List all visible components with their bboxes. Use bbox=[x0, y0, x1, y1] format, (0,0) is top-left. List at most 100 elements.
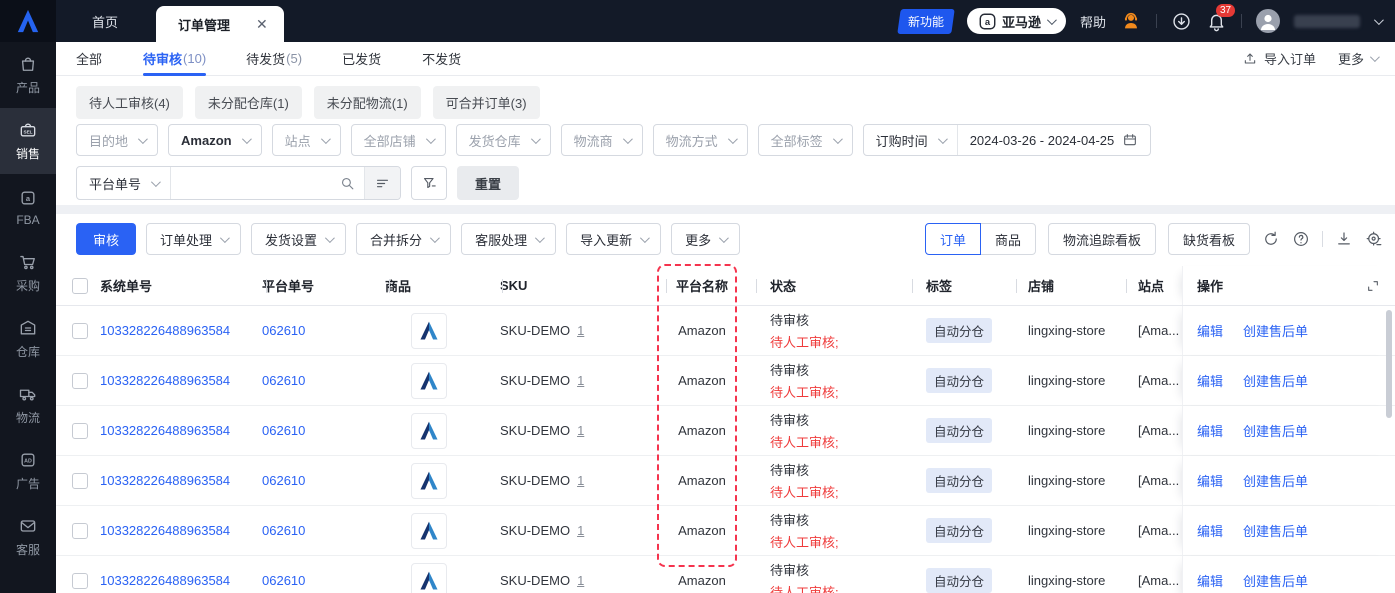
filter-carrier[interactable]: 物流商 bbox=[560, 124, 643, 156]
sidebar-item-purchasing[interactable]: 采购 bbox=[0, 240, 56, 306]
system-order-link[interactable]: 103328226488963584 bbox=[100, 573, 230, 588]
tab-order-management[interactable]: 订单管理 ✕ bbox=[156, 6, 284, 42]
question-icon[interactable] bbox=[1292, 230, 1310, 248]
row-checkbox[interactable] bbox=[72, 322, 88, 339]
edit-link[interactable]: 编辑 bbox=[1197, 571, 1223, 590]
row-checkbox[interactable] bbox=[72, 572, 88, 589]
product-image[interactable] bbox=[411, 412, 447, 449]
select-all-checkbox[interactable] bbox=[72, 277, 88, 294]
col-tag[interactable]: 标签 bbox=[902, 266, 1006, 305]
filter-store[interactable]: 全部店铺 bbox=[350, 124, 446, 156]
reset-button[interactable]: 重置 bbox=[457, 166, 520, 200]
merge-split-dropdown[interactable]: 合并拆分 bbox=[356, 223, 452, 255]
import-update-dropdown[interactable]: 导入更新 bbox=[566, 223, 662, 255]
sidebar-item-customer-service[interactable]: 客服 bbox=[0, 504, 56, 570]
search-field-select[interactable]: 平台单号 bbox=[77, 167, 172, 199]
notifications-bell-icon[interactable]: 37 bbox=[1206, 3, 1236, 32]
download-circle-icon[interactable] bbox=[1171, 11, 1192, 32]
status-tab-to-ship[interactable]: 待发货 (5) bbox=[246, 42, 302, 76]
filter-destination[interactable]: 目的地 bbox=[76, 124, 159, 156]
view-toggle-orders[interactable]: 订单 bbox=[924, 223, 981, 255]
audit-button[interactable]: 审核 bbox=[76, 223, 137, 255]
view-toggle-products[interactable]: 商品 bbox=[979, 223, 1036, 255]
time-field-select[interactable]: 订购时间 bbox=[864, 125, 958, 155]
status-tab-all[interactable]: 全部 bbox=[76, 42, 103, 76]
sku-count-link[interactable]: 1 bbox=[577, 423, 584, 438]
col-store[interactable]: 店铺 bbox=[1006, 266, 1120, 305]
col-system-order-no[interactable]: 系统单号 bbox=[96, 266, 258, 305]
edit-link[interactable]: 编辑 bbox=[1197, 521, 1223, 540]
sku-count-link[interactable]: 1 bbox=[577, 373, 584, 388]
chip-pending-manual-audit[interactable]: 待人工审核(4) bbox=[76, 86, 183, 119]
edit-link[interactable]: 编辑 bbox=[1197, 421, 1223, 440]
col-product[interactable]: 商品 bbox=[381, 266, 494, 305]
row-checkbox[interactable] bbox=[72, 422, 88, 439]
col-status[interactable]: 状态 bbox=[742, 266, 902, 305]
row-checkbox[interactable] bbox=[72, 522, 88, 539]
status-tab-no-ship[interactable]: 不发货 bbox=[422, 42, 462, 76]
system-order-link[interactable]: 103328226488963584 bbox=[100, 323, 230, 338]
col-sku[interactable]: SKU bbox=[494, 266, 662, 305]
vertical-scrollbar[interactable] bbox=[1386, 310, 1392, 418]
logistics-tracking-board-button[interactable]: 物流追踪看板 bbox=[1047, 223, 1156, 255]
system-order-link[interactable]: 103328226488963584 bbox=[100, 473, 230, 488]
chip-unassigned-logistics[interactable]: 未分配物流(1) bbox=[313, 86, 421, 119]
sku-count-link[interactable]: 1 bbox=[577, 573, 584, 588]
close-icon[interactable]: ✕ bbox=[256, 16, 268, 33]
system-order-link[interactable]: 103328226488963584 bbox=[100, 423, 230, 438]
more-dropdown[interactable]: 更多 bbox=[671, 223, 741, 255]
filter-warehouse[interactable]: 发货仓库 bbox=[455, 124, 551, 156]
col-site[interactable]: 站点 bbox=[1120, 266, 1182, 305]
app-logo[interactable] bbox=[0, 0, 56, 42]
status-tab-shipped[interactable]: 已发货 bbox=[342, 42, 382, 76]
advanced-filter-button[interactable] bbox=[411, 166, 448, 200]
date-range-picker[interactable]: 2024-03-26 - 2024-04-25 bbox=[958, 132, 1151, 148]
chip-unassigned-warehouse[interactable]: 未分配仓库(1) bbox=[194, 86, 302, 119]
sidebar-item-warehouse[interactable]: 仓库 bbox=[0, 306, 56, 372]
more-button-top[interactable]: 更多 bbox=[1338, 49, 1380, 68]
edit-link[interactable]: 编辑 bbox=[1197, 371, 1223, 390]
download-icon[interactable] bbox=[1335, 230, 1353, 248]
column-settings-icon[interactable] bbox=[1365, 230, 1383, 248]
filter-platform[interactable]: Amazon bbox=[168, 124, 262, 156]
stockout-board-button[interactable]: 缺货看板 bbox=[1167, 223, 1250, 255]
sku-count-link[interactable]: 1 bbox=[577, 523, 584, 538]
create-aftersale-link[interactable]: 创建售后单 bbox=[1243, 471, 1308, 490]
filter-tags[interactable]: 全部标签 bbox=[757, 124, 853, 156]
product-image[interactable] bbox=[411, 462, 447, 499]
import-orders-button[interactable]: 导入订单 bbox=[1242, 49, 1316, 68]
search-icon[interactable] bbox=[331, 167, 364, 199]
col-platform-order-no[interactable]: 平台单号 bbox=[258, 266, 381, 305]
row-checkbox[interactable] bbox=[72, 372, 88, 389]
product-image[interactable] bbox=[411, 312, 447, 349]
platform-order-link[interactable]: 062610 bbox=[262, 473, 305, 488]
row-checkbox[interactable] bbox=[72, 472, 88, 489]
new-feature-badge[interactable]: 新功能 bbox=[897, 8, 955, 34]
expand-icon[interactable] bbox=[1365, 278, 1381, 294]
sku-count-link[interactable]: 1 bbox=[577, 323, 584, 338]
sidebar-item-sales[interactable]: SEL 销售 bbox=[0, 108, 56, 174]
search-input[interactable] bbox=[171, 167, 332, 199]
product-image[interactable] bbox=[411, 512, 447, 549]
create-aftersale-link[interactable]: 创建售后单 bbox=[1243, 321, 1308, 340]
help-link[interactable]: 帮助 bbox=[1080, 12, 1106, 31]
platform-order-link[interactable]: 062610 bbox=[262, 423, 305, 438]
sidebar-item-logistics[interactable]: 物流 bbox=[0, 372, 56, 438]
avatar[interactable] bbox=[1256, 9, 1280, 33]
support-headset-icon[interactable] bbox=[1120, 10, 1142, 32]
edit-link[interactable]: 编辑 bbox=[1197, 471, 1223, 490]
customer-service-dropdown[interactable]: 客服处理 bbox=[461, 223, 557, 255]
chevron-down-icon[interactable] bbox=[1373, 14, 1384, 25]
platform-order-link[interactable]: 062610 bbox=[262, 573, 305, 588]
refresh-icon[interactable] bbox=[1262, 230, 1280, 248]
create-aftersale-link[interactable]: 创建售后单 bbox=[1243, 421, 1308, 440]
create-aftersale-link[interactable]: 创建售后单 bbox=[1243, 371, 1308, 390]
filter-shipping-method[interactable]: 物流方式 bbox=[652, 124, 748, 156]
platform-order-link[interactable]: 062610 bbox=[262, 523, 305, 538]
product-image[interactable] bbox=[411, 562, 447, 593]
platform-order-link[interactable]: 062610 bbox=[262, 323, 305, 338]
edit-link[interactable]: 编辑 bbox=[1197, 321, 1223, 340]
sku-count-link[interactable]: 1 bbox=[577, 473, 584, 488]
sidebar-item-advertising[interactable]: AD 广告 bbox=[0, 438, 56, 504]
shipping-settings-dropdown[interactable]: 发货设置 bbox=[251, 223, 347, 255]
